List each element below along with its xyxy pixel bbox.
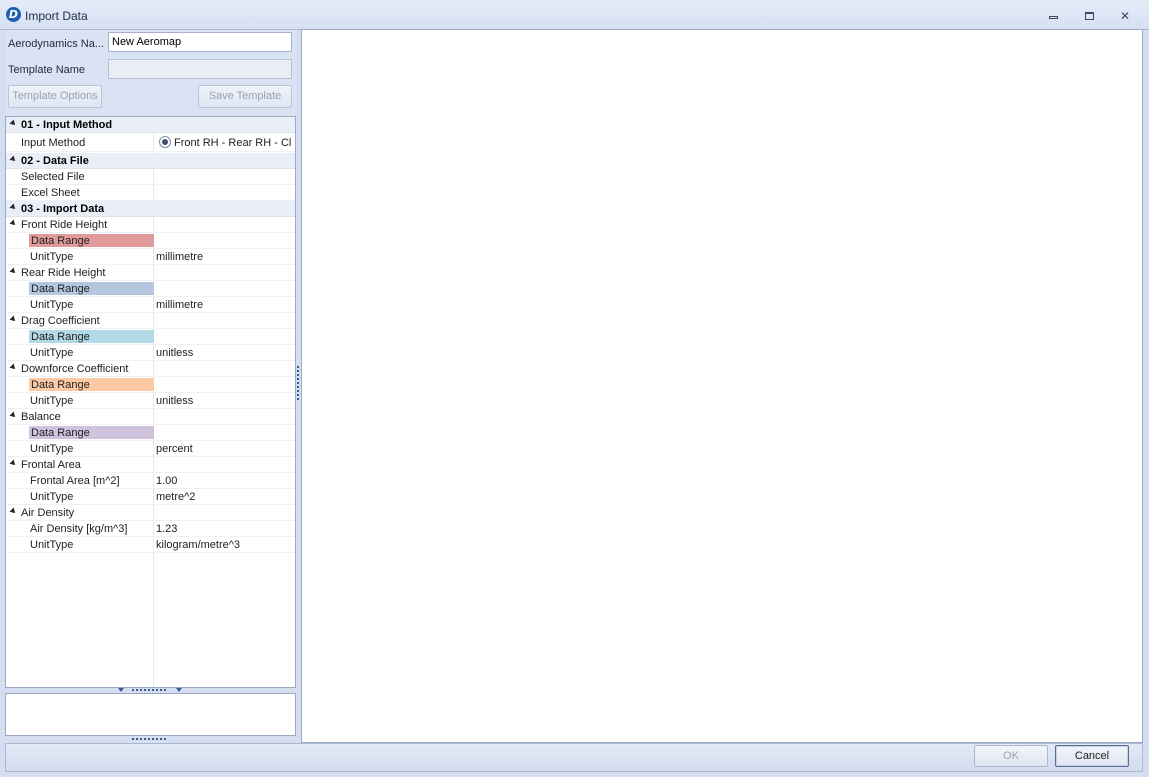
unittype-value[interactable]: percent: [156, 443, 193, 455]
category-import-data[interactable]: 03 - Import Data: [6, 201, 295, 217]
unittype-value[interactable]: unitless: [156, 395, 193, 407]
group-front-ride-height[interactable]: Front Ride Height: [6, 217, 295, 233]
property-row-excel-sheet[interactable]: Excel Sheet: [6, 185, 295, 201]
property-row-data-range[interactable]: Data Range: [6, 281, 295, 297]
collapse-triangle-icon[interactable]: [9, 219, 18, 228]
property-row-input-method[interactable]: Input Method Front RH - Rear RH - Cl: [6, 133, 295, 152]
template-options-button[interactable]: Template Options: [8, 85, 102, 108]
unittype-value[interactable]: millimetre: [156, 251, 203, 263]
close-icon: ✕: [1119, 9, 1131, 23]
description-panel: [5, 693, 296, 736]
preview-area: [301, 29, 1143, 743]
collapse-triangle-icon[interactable]: [9, 459, 18, 468]
window-title: Import Data: [25, 9, 88, 23]
unittype-value[interactable]: kilogram/metre^3: [156, 539, 240, 551]
data-range-swatch: Data Range: [29, 426, 154, 439]
property-row-unittype[interactable]: UnitType unitless: [6, 345, 295, 361]
group-air-density[interactable]: Air Density: [6, 505, 295, 521]
group-rear-ride-height[interactable]: Rear Ride Height: [6, 265, 295, 281]
data-range-swatch: Data Range: [29, 282, 154, 295]
air-density-value[interactable]: 1.23: [156, 523, 177, 535]
group-balance[interactable]: Balance: [6, 409, 295, 425]
cancel-button[interactable]: Cancel: [1055, 745, 1129, 767]
property-row-unittype[interactable]: UnitType kilogram/metre^3: [6, 537, 295, 553]
collapse-triangle-icon[interactable]: [9, 411, 18, 420]
left-pane: Aerodynamics Na... Template Name Templat…: [5, 30, 296, 743]
group-downforce-coefficient[interactable]: Downforce Coefficient: [6, 361, 295, 377]
template-name-label: Template Name: [8, 64, 86, 76]
property-row-frontal-area[interactable]: Frontal Area [m^2] 1.00: [6, 473, 295, 489]
input-method-value[interactable]: Front RH - Rear RH - Cl: [174, 137, 291, 149]
category-input-method[interactable]: 01 - Input Method: [6, 117, 295, 133]
title-bar: D Import Data ✕: [0, 0, 1149, 30]
aero-name-label: Aerodynamics Na...: [8, 38, 104, 50]
property-row-unittype[interactable]: UnitType millimetre: [6, 249, 295, 265]
property-row-data-range[interactable]: Data Range: [6, 425, 295, 441]
collapse-triangle-icon[interactable]: [9, 315, 18, 324]
app-logo-icon: D: [6, 7, 21, 22]
property-row-data-range[interactable]: Data Range: [6, 233, 295, 249]
unittype-value[interactable]: millimetre: [156, 299, 203, 311]
unittype-value[interactable]: metre^2: [156, 491, 195, 503]
collapse-triangle-icon[interactable]: [9, 203, 18, 212]
property-row-data-range[interactable]: Data Range: [6, 377, 295, 393]
collapse-triangle-icon[interactable]: [9, 155, 18, 164]
property-row-unittype[interactable]: UnitType millimetre: [6, 297, 295, 313]
property-grid: 01 - Input Method Input Method Front RH …: [5, 116, 296, 688]
property-row-unittype[interactable]: UnitType unitless: [6, 393, 295, 409]
splitter-grip-icon: [297, 366, 299, 402]
collapse-triangle-icon[interactable]: [9, 267, 18, 276]
template-name-input[interactable]: [108, 59, 292, 79]
maximize-icon: [1084, 12, 1094, 20]
property-row-selected-file[interactable]: Selected File: [6, 169, 295, 185]
frontal-area-value[interactable]: 1.00: [156, 475, 177, 487]
unittype-value[interactable]: unitless: [156, 347, 193, 359]
minimize-icon: [1048, 16, 1058, 19]
save-template-button[interactable]: Save Template: [198, 85, 292, 108]
splitter-arrow-icon: [118, 688, 124, 692]
data-range-swatch: Data Range: [29, 378, 154, 391]
collapse-triangle-icon[interactable]: [9, 363, 18, 372]
property-row-data-range[interactable]: Data Range: [6, 329, 295, 345]
group-frontal-area[interactable]: Frontal Area: [6, 457, 295, 473]
bottom-splitter-grip-icon[interactable]: [132, 738, 168, 740]
ok-button[interactable]: OK: [974, 745, 1048, 767]
category-data-file[interactable]: 02 - Data File: [6, 153, 295, 169]
footer-bar: [5, 743, 1143, 772]
template-form: Aerodynamics Na... Template Name Templat…: [5, 30, 296, 116]
property-row-unittype[interactable]: UnitType percent: [6, 441, 295, 457]
data-range-swatch: Data Range: [29, 234, 154, 247]
property-row-unittype[interactable]: UnitType metre^2: [6, 489, 295, 505]
splitter-arrow-icon: [176, 688, 182, 692]
close-button[interactable]: ✕: [1113, 7, 1137, 25]
collapse-triangle-icon[interactable]: [9, 507, 18, 516]
data-range-swatch: Data Range: [29, 330, 154, 343]
group-drag-coefficient[interactable]: Drag Coefficient: [6, 313, 295, 329]
collapse-triangle-icon[interactable]: [9, 119, 18, 128]
minimize-button[interactable]: [1041, 7, 1065, 25]
property-row-air-density[interactable]: Air Density [kg/m^3] 1.23: [6, 521, 295, 537]
aero-name-input[interactable]: [108, 32, 292, 52]
radio-selected-icon[interactable]: [159, 136, 171, 148]
splitter-grip-icon: [132, 689, 168, 691]
maximize-button[interactable]: [1077, 7, 1101, 25]
